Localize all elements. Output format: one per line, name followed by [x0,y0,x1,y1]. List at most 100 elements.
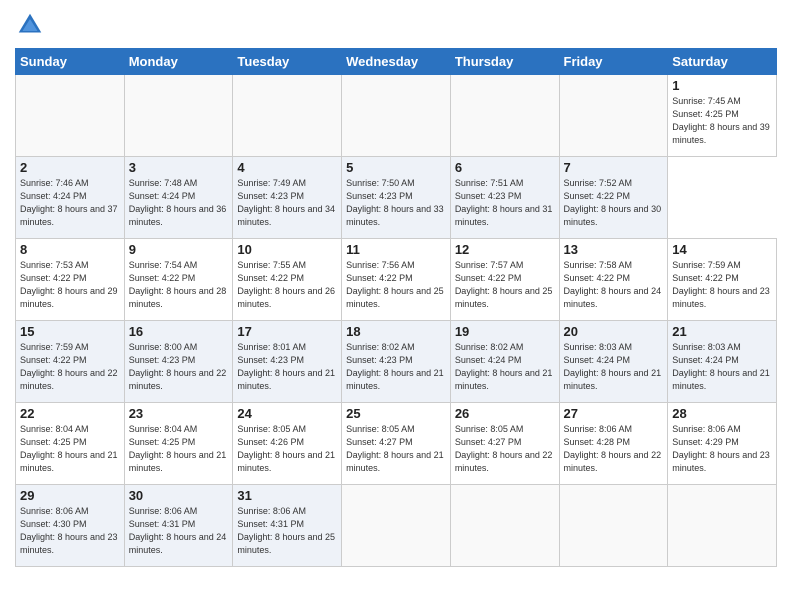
day-number: 13 [564,242,664,257]
calendar-header-saturday: Saturday [668,49,777,75]
day-info: Sunrise: 7:57 AMSunset: 4:22 PMDaylight:… [455,260,553,309]
calendar-header-friday: Friday [559,49,668,75]
calendar-cell: 10 Sunrise: 7:55 AMSunset: 4:22 PMDaylig… [233,239,342,321]
day-info: Sunrise: 7:56 AMSunset: 4:22 PMDaylight:… [346,260,444,309]
calendar-header-monday: Monday [124,49,233,75]
calendar-cell: 22 Sunrise: 8:04 AMSunset: 4:25 PMDaylig… [16,403,125,485]
calendar-cell: 16 Sunrise: 8:00 AMSunset: 4:23 PMDaylig… [124,321,233,403]
day-number: 12 [455,242,555,257]
calendar-cell: 17 Sunrise: 8:01 AMSunset: 4:23 PMDaylig… [233,321,342,403]
day-number: 29 [20,488,120,503]
day-info: Sunrise: 8:02 AMSunset: 4:23 PMDaylight:… [346,342,444,391]
calendar-week-row: 2 Sunrise: 7:46 AMSunset: 4:24 PMDayligh… [16,157,777,239]
day-number: 6 [455,160,555,175]
day-info: Sunrise: 7:45 AMSunset: 4:25 PMDaylight:… [672,96,770,145]
day-number: 14 [672,242,772,257]
calendar-header-sunday: Sunday [16,49,125,75]
logo [15,10,49,40]
day-info: Sunrise: 8:05 AMSunset: 4:27 PMDaylight:… [346,424,444,473]
calendar-cell: 4 Sunrise: 7:49 AMSunset: 4:23 PMDayligh… [233,157,342,239]
day-info: Sunrise: 8:06 AMSunset: 4:31 PMDaylight:… [129,506,227,555]
calendar-cell: 18 Sunrise: 8:02 AMSunset: 4:23 PMDaylig… [342,321,451,403]
calendar-cell: 27 Sunrise: 8:06 AMSunset: 4:28 PMDaylig… [559,403,668,485]
logo-icon [15,10,45,40]
day-number: 4 [237,160,337,175]
calendar-week-row: 22 Sunrise: 8:04 AMSunset: 4:25 PMDaylig… [16,403,777,485]
day-info: Sunrise: 8:04 AMSunset: 4:25 PMDaylight:… [20,424,118,473]
day-info: Sunrise: 8:00 AMSunset: 4:23 PMDaylight:… [129,342,227,391]
day-number: 22 [20,406,120,421]
calendar-cell: 23 Sunrise: 8:04 AMSunset: 4:25 PMDaylig… [124,403,233,485]
calendar-cell [342,485,451,567]
calendar-cell: 28 Sunrise: 8:06 AMSunset: 4:29 PMDaylig… [668,403,777,485]
day-number: 10 [237,242,337,257]
calendar-cell: 30 Sunrise: 8:06 AMSunset: 4:31 PMDaylig… [124,485,233,567]
calendar-cell: 31 Sunrise: 8:06 AMSunset: 4:31 PMDaylig… [233,485,342,567]
calendar-cell [559,75,668,157]
day-number: 15 [20,324,120,339]
day-number: 18 [346,324,446,339]
calendar-cell: 3 Sunrise: 7:48 AMSunset: 4:24 PMDayligh… [124,157,233,239]
day-number: 11 [346,242,446,257]
calendar-cell [124,75,233,157]
day-number: 20 [564,324,664,339]
calendar-week-row: 15 Sunrise: 7:59 AMSunset: 4:22 PMDaylig… [16,321,777,403]
calendar-week-row: 8 Sunrise: 7:53 AMSunset: 4:22 PMDayligh… [16,239,777,321]
calendar-cell: 2 Sunrise: 7:46 AMSunset: 4:24 PMDayligh… [16,157,125,239]
day-info: Sunrise: 8:06 AMSunset: 4:29 PMDaylight:… [672,424,770,473]
day-info: Sunrise: 8:01 AMSunset: 4:23 PMDaylight:… [237,342,335,391]
calendar-header-row: SundayMondayTuesdayWednesdayThursdayFrid… [16,49,777,75]
calendar-cell: 19 Sunrise: 8:02 AMSunset: 4:24 PMDaylig… [450,321,559,403]
day-number: 26 [455,406,555,421]
calendar-cell: 20 Sunrise: 8:03 AMSunset: 4:24 PMDaylig… [559,321,668,403]
day-number: 27 [564,406,664,421]
day-info: Sunrise: 7:46 AMSunset: 4:24 PMDaylight:… [20,178,118,227]
calendar-header-thursday: Thursday [450,49,559,75]
day-info: Sunrise: 7:51 AMSunset: 4:23 PMDaylight:… [455,178,553,227]
day-number: 7 [564,160,664,175]
day-info: Sunrise: 7:53 AMSunset: 4:22 PMDaylight:… [20,260,118,309]
day-number: 17 [237,324,337,339]
day-info: Sunrise: 8:03 AMSunset: 4:24 PMDaylight:… [672,342,770,391]
day-number: 2 [20,160,120,175]
day-number: 16 [129,324,229,339]
calendar-cell: 13 Sunrise: 7:58 AMSunset: 4:22 PMDaylig… [559,239,668,321]
header [15,10,777,40]
calendar-table: SundayMondayTuesdayWednesdayThursdayFrid… [15,48,777,567]
page: SundayMondayTuesdayWednesdayThursdayFrid… [0,0,792,612]
calendar-cell: 15 Sunrise: 7:59 AMSunset: 4:22 PMDaylig… [16,321,125,403]
calendar-cell [668,485,777,567]
day-info: Sunrise: 7:55 AMSunset: 4:22 PMDaylight:… [237,260,335,309]
calendar-week-row: 1 Sunrise: 7:45 AMSunset: 4:25 PMDayligh… [16,75,777,157]
calendar-cell: 21 Sunrise: 8:03 AMSunset: 4:24 PMDaylig… [668,321,777,403]
day-number: 9 [129,242,229,257]
day-info: Sunrise: 8:02 AMSunset: 4:24 PMDaylight:… [455,342,553,391]
calendar-cell [342,75,451,157]
day-info: Sunrise: 7:59 AMSunset: 4:22 PMDaylight:… [672,260,770,309]
calendar-cell: 1 Sunrise: 7:45 AMSunset: 4:25 PMDayligh… [668,75,777,157]
day-number: 5 [346,160,446,175]
day-info: Sunrise: 7:58 AMSunset: 4:22 PMDaylight:… [564,260,662,309]
day-info: Sunrise: 7:49 AMSunset: 4:23 PMDaylight:… [237,178,335,227]
calendar-cell: 12 Sunrise: 7:57 AMSunset: 4:22 PMDaylig… [450,239,559,321]
day-info: Sunrise: 8:03 AMSunset: 4:24 PMDaylight:… [564,342,662,391]
calendar-cell: 24 Sunrise: 8:05 AMSunset: 4:26 PMDaylig… [233,403,342,485]
day-number: 25 [346,406,446,421]
calendar-header-tuesday: Tuesday [233,49,342,75]
calendar-cell: 5 Sunrise: 7:50 AMSunset: 4:23 PMDayligh… [342,157,451,239]
day-number: 24 [237,406,337,421]
calendar-cell [16,75,125,157]
calendar-week-row: 29 Sunrise: 8:06 AMSunset: 4:30 PMDaylig… [16,485,777,567]
day-info: Sunrise: 7:54 AMSunset: 4:22 PMDaylight:… [129,260,227,309]
calendar-cell [450,485,559,567]
day-number: 3 [129,160,229,175]
calendar-cell: 6 Sunrise: 7:51 AMSunset: 4:23 PMDayligh… [450,157,559,239]
day-info: Sunrise: 8:06 AMSunset: 4:28 PMDaylight:… [564,424,662,473]
day-number: 21 [672,324,772,339]
day-info: Sunrise: 7:59 AMSunset: 4:22 PMDaylight:… [20,342,118,391]
calendar-cell [233,75,342,157]
calendar-cell: 9 Sunrise: 7:54 AMSunset: 4:22 PMDayligh… [124,239,233,321]
day-number: 1 [672,78,772,93]
day-info: Sunrise: 7:50 AMSunset: 4:23 PMDaylight:… [346,178,444,227]
calendar-cell: 14 Sunrise: 7:59 AMSunset: 4:22 PMDaylig… [668,239,777,321]
